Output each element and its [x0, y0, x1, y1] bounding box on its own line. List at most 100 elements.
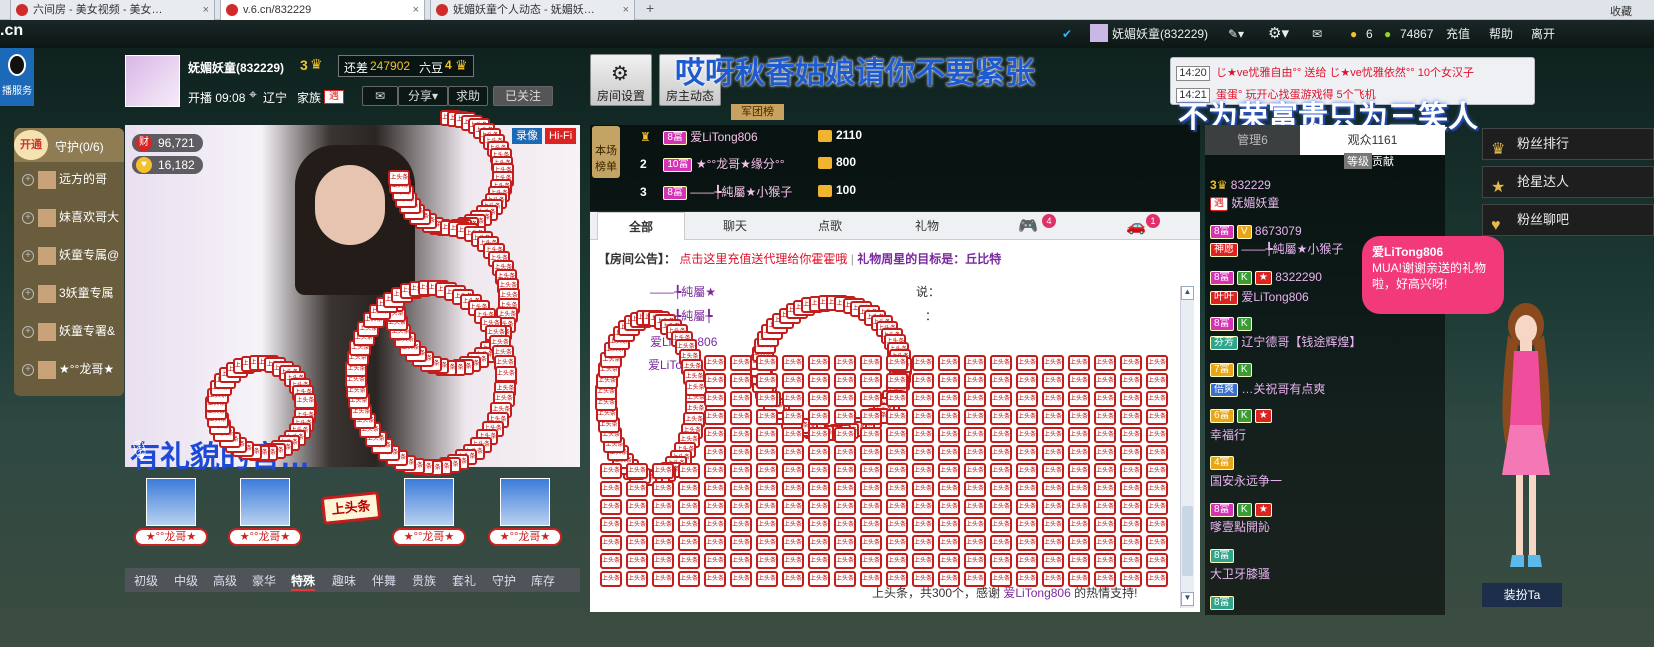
close-icon[interactable]: ×: [623, 0, 629, 20]
user-row-2[interactable]: 芬芳 辽宁德哥【钱途辉煌】: [1210, 333, 1361, 350]
scroll-thumb[interactable]: [1182, 506, 1193, 576]
seat[interactable]: ★°°龙哥★: [488, 478, 562, 550]
sort-level-button[interactable]: 等级: [1344, 153, 1372, 169]
recharge-link[interactable]: 充值: [1446, 20, 1470, 48]
user-row[interactable]: 8富 K: [1210, 316, 1252, 331]
hifi-button[interactable]: Hi-Fi: [545, 128, 577, 144]
user-row[interactable]: 7富 K: [1210, 362, 1252, 377]
user-row[interactable]: 6富 K ★: [1210, 408, 1272, 423]
user-row-2[interactable]: 遇 妩媚妖童: [1210, 194, 1279, 211]
mail-icon[interactable]: ✉: [1312, 20, 1322, 48]
close-icon[interactable]: ×: [413, 0, 419, 20]
new-tab-button[interactable]: +: [646, 0, 654, 16]
user-row[interactable]: 8富: [1210, 548, 1234, 563]
guard-member[interactable]: + ★°°龙哥★: [22, 360, 124, 382]
family-badge[interactable]: 遇: [324, 90, 344, 104]
army-rank-button[interactable]: 军团榜: [731, 104, 784, 120]
gift-tab-active[interactable]: 特殊: [291, 572, 316, 591]
guard-member[interactable]: + 妖童专署&: [22, 322, 124, 344]
tab-gifts[interactable]: 礼物: [887, 212, 967, 240]
tab-all[interactable]: 全部: [597, 212, 685, 240]
fans-rank-button[interactable]: ♛ 粉丝排行: [1482, 128, 1654, 160]
user-row[interactable]: 8富 K ★ 8322290: [1210, 270, 1322, 285]
close-icon[interactable]: ×: [203, 0, 209, 20]
chevron-up-icon[interactable]: ▲: [1181, 286, 1194, 300]
user-name[interactable]: 妩媚妖童(832229): [1112, 20, 1208, 48]
dress-up-button[interactable]: 装扮Ta: [1482, 583, 1562, 607]
user-row[interactable]: 8富: [1210, 595, 1234, 610]
browser-tab-3[interactable]: 妩媚妖童个人动态 - 妩媚妖… ×: [430, 0, 635, 20]
share-button[interactable]: 分享▾: [398, 86, 448, 106]
edit-icon[interactable]: ✎▾: [1228, 20, 1244, 48]
user-row-2[interactable]: 神愿 ——╄純屬★小猴子: [1210, 240, 1343, 257]
user-row[interactable]: 3♛ 832229: [1210, 178, 1271, 192]
avatar-doll[interactable]: [1488, 295, 1564, 585]
message-button[interactable]: ✉: [362, 86, 398, 106]
ranking-row[interactable]: 2 10富 ★°°龙哥★缘分°° 800: [640, 155, 856, 179]
gift-board: 上头条: [990, 355, 1012, 371]
fans-chat-button[interactable]: ♥ 粉丝聊吧: [1482, 204, 1654, 236]
gift-board: 上头条: [964, 481, 986, 497]
chat-user[interactable]: 爱LiTong806: [1003, 586, 1070, 600]
gift-board: 上头条: [860, 427, 882, 443]
chat-user[interactable]: ——╄純屬★: [650, 285, 716, 299]
guard-member[interactable]: + 妹喜欢哥大: [22, 208, 124, 230]
user-row-2[interactable]: 大卫牙膝骚: [1210, 565, 1270, 582]
user-avatar[interactable]: [1090, 24, 1108, 42]
guard-member[interactable]: + 妖童专属@: [22, 246, 124, 268]
gift-tab[interactable]: 中级: [174, 572, 198, 589]
tab-chat[interactable]: 聊天: [695, 212, 775, 240]
help-button[interactable]: 求助: [448, 86, 488, 106]
gift-tab[interactable]: 豪华: [252, 572, 276, 589]
gift-board: 上头条: [782, 481, 804, 497]
user-row-2[interactable]: 国安永远争一: [1210, 472, 1282, 489]
star-grabber-button[interactable]: ★ 抢星达人: [1482, 166, 1654, 198]
browser-tab-2[interactable]: v.6.cn/832229 ×: [220, 0, 425, 20]
service-button[interactable]: 播服务: [0, 48, 34, 106]
bookmark-button[interactable]: 收藏: [1610, 3, 1632, 19]
ranking-row[interactable]: 3 8富 ——╄純屬★小猴子 100: [640, 183, 856, 207]
user-row[interactable]: 4富: [1210, 455, 1234, 470]
help-link[interactable]: 帮助: [1489, 20, 1513, 48]
gift-tab[interactable]: 高级: [213, 572, 237, 589]
guard-member[interactable]: + 远方的哥: [22, 170, 124, 192]
sort-contribution-button[interactable]: 贡献: [1372, 153, 1394, 169]
seat[interactable]: ★°°龙哥★: [392, 478, 466, 550]
chevron-down-icon[interactable]: ▼: [1181, 592, 1194, 606]
user-row-2[interactable]: 倍爽 …关祝哥有点爽: [1210, 380, 1325, 397]
record-button[interactable]: 录像: [512, 128, 542, 144]
open-guard-button[interactable]: 开通: [14, 130, 48, 160]
browser-tab-1[interactable]: 六间房 - 美女视频 - 美女… ×: [10, 0, 215, 20]
tab-songs[interactable]: 点歌: [790, 212, 870, 240]
leave-link[interactable]: 离开: [1531, 20, 1555, 48]
site-logo[interactable]: .cn: [0, 22, 34, 44]
gift-tab[interactable]: 贵族: [412, 572, 436, 589]
gift-tab[interactable]: 伴舞: [372, 572, 396, 589]
notice-link[interactable]: 点击这里充值送代理给你霍霍哦: [679, 252, 847, 266]
user-row-2[interactable]: 嗲壹點開訫: [1210, 518, 1270, 535]
microphone-icon[interactable]: 🎙: [128, 440, 151, 461]
room-settings-button[interactable]: ⚙ 房间设置: [590, 54, 652, 106]
seat[interactable]: ★°°龙哥★: [228, 478, 302, 550]
chat-scrollbar[interactable]: ▲ ▼: [1180, 286, 1194, 608]
gift-tab[interactable]: 守护: [492, 572, 516, 589]
follow-button[interactable]: 已关注: [493, 86, 553, 106]
ranking-row[interactable]: ♜ 8富 爱LiTong806 2110: [640, 128, 862, 152]
tab-managers[interactable]: 管理6: [1205, 125, 1300, 155]
seat[interactable]: ★°°龙哥★: [134, 478, 208, 550]
user-row[interactable]: 8富 K ★: [1210, 502, 1272, 517]
car-icon[interactable]: 🚗: [1126, 216, 1146, 236]
tab-audience[interactable]: 观众1161: [1300, 125, 1445, 155]
gift-tab[interactable]: 套礼: [452, 572, 476, 589]
gear-icon[interactable]: ⚙▾: [1268, 20, 1289, 48]
gift-tab[interactable]: 初级: [134, 572, 158, 589]
gift-tab[interactable]: 库存: [531, 572, 555, 589]
gift-tab[interactable]: 趣味: [332, 572, 356, 589]
host-avatar[interactable]: [125, 55, 180, 107]
user-row-2[interactable]: 叶叶 爱LiTong806: [1210, 288, 1309, 305]
guard-member[interactable]: +3妖童专属: [22, 284, 124, 306]
ranking-value: 100: [836, 183, 857, 197]
game-icon[interactable]: 🎮: [1018, 216, 1038, 236]
user-row-2[interactable]: 幸福行: [1210, 426, 1246, 443]
user-row[interactable]: 8富 V 8673079: [1210, 224, 1302, 239]
